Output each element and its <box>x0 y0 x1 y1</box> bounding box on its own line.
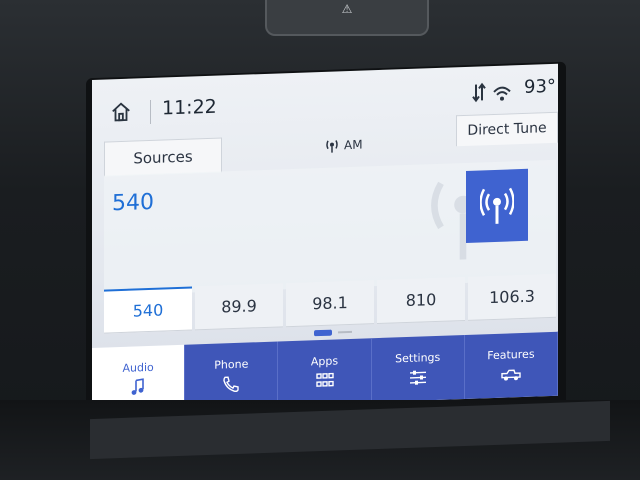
wifi-icon <box>493 86 511 101</box>
sliders-icon <box>409 370 426 385</box>
radio-source-tile[interactable] <box>466 168 528 243</box>
band-indicator: AM <box>324 137 363 154</box>
page-dot <box>338 330 352 334</box>
hazard-button[interactable]: ⚠ <box>265 0 429 36</box>
tab-settings[interactable]: Settings <box>371 334 465 403</box>
radio-antenna-icon <box>326 140 338 153</box>
tab-settings-label: Settings <box>395 350 441 365</box>
page-dot-active <box>314 329 332 337</box>
preset-2[interactable]: 89.9 <box>195 283 283 331</box>
hazard-icon: ⚠ <box>341 2 353 16</box>
status-divider <box>150 99 151 124</box>
tab-audio-label: Audio <box>122 360 154 375</box>
sources-button[interactable]: Sources <box>104 137 222 177</box>
tab-features-label: Features <box>487 347 535 362</box>
tab-apps-label: Apps <box>310 353 339 368</box>
preset-4[interactable]: 810 <box>377 276 465 325</box>
infotainment-screen: 11:22 93° Sources AM Direct Tune 540 540… <box>92 63 558 412</box>
direct-tune-button[interactable]: Direct Tune <box>456 111 558 147</box>
tab-phone[interactable]: Phone <box>185 341 279 409</box>
tab-apps[interactable]: Apps <box>278 338 372 406</box>
clock: 11:22 <box>162 95 217 120</box>
data-transfer-icon <box>472 82 486 103</box>
truck-icon <box>501 369 521 381</box>
home-icon[interactable] <box>110 101 132 124</box>
apps-grid-icon <box>315 372 334 387</box>
phone-icon <box>223 376 239 392</box>
preset-1[interactable]: 540 <box>104 286 192 334</box>
preset-page-indicator[interactable] <box>314 329 354 337</box>
tab-features[interactable]: Features <box>464 331 558 399</box>
music-note-icon <box>131 377 144 395</box>
band-label: AM <box>344 137 363 153</box>
current-frequency: 540 <box>112 189 154 217</box>
preset-3[interactable]: 98.1 <box>286 280 374 328</box>
tab-phone-label: Phone <box>214 357 249 372</box>
radio-antenna-icon <box>480 187 514 224</box>
preset-5[interactable]: 106.3 <box>468 273 556 321</box>
outside-temperature: 93° <box>524 75 556 98</box>
